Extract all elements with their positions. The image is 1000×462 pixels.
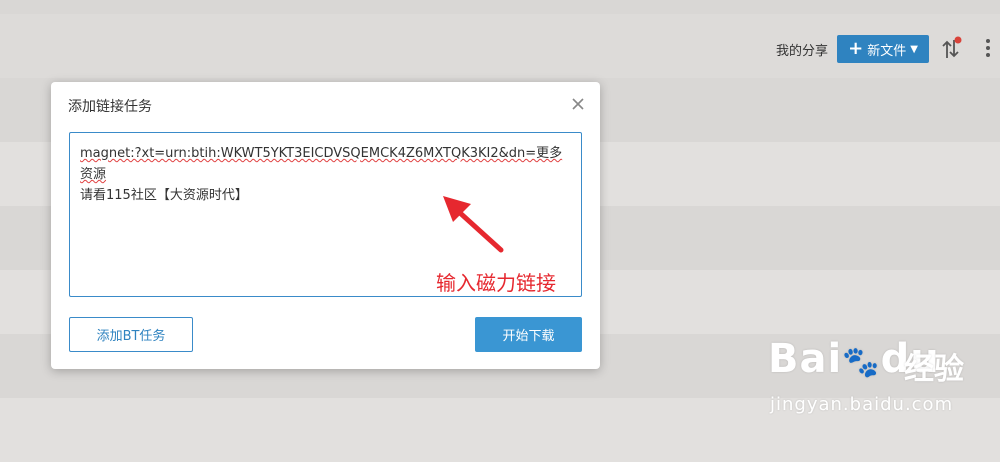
chevron-down-icon: ▼ (910, 43, 918, 55)
plus-icon: + (848, 38, 864, 59)
transfer-icon[interactable] (940, 36, 962, 62)
watermark-url: jingyan.baidu.com (770, 394, 954, 415)
dialog-title: 添加链接任务 (68, 99, 152, 115)
annotation-label: 输入磁力链接 (436, 271, 556, 295)
add-bt-task-button[interactable]: 添加BT任务 (69, 317, 193, 352)
start-download-button[interactable]: 开始下载 (475, 317, 582, 352)
notification-dot (954, 36, 962, 44)
magnet-link-line1: magnet:?xt=urn:btih:WKWT5YKT3EICDVSQEMCK… (80, 146, 563, 182)
new-file-button[interactable]: + 新文件 ▼ (837, 35, 929, 63)
my-share-link[interactable]: 我的分享 (776, 40, 828, 59)
red-arrow-annotation (443, 196, 504, 253)
baidu-jingyan-watermark: Bai🐾du 经验 jingyan.baidu.com (768, 336, 1000, 426)
magnet-link-line2: 请看115社区【大资源时代】 (80, 188, 248, 203)
new-file-label: 新文件 (867, 43, 907, 59)
watermark-jingyan: 经验 (904, 352, 964, 387)
top-strip (0, 0, 1000, 14)
more-icon[interactable] (983, 38, 993, 60)
add-link-task-dialog: 添加链接任务 magnet:?xt=urn:btih:WKWT5YKT3EICD… (51, 82, 600, 369)
close-icon[interactable] (571, 97, 585, 111)
